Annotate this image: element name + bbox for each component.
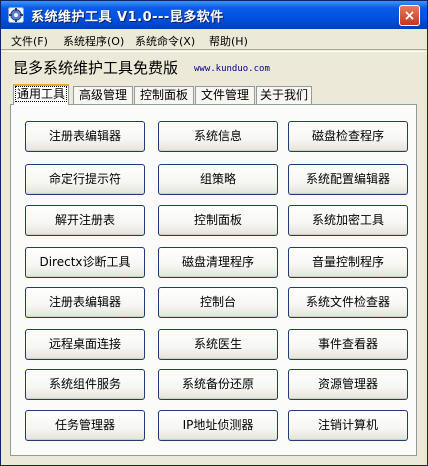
title-bar[interactable]: 系统维护工具 V1.0---昆多软件 × xyxy=(1,1,427,29)
menu-divider xyxy=(1,49,427,52)
close-icon[interactable]: × xyxy=(404,8,416,24)
gear-icon[interactable] xyxy=(8,7,24,23)
app-heading: 昆多系统维护工具免费版 xyxy=(13,59,179,77)
tab-file-management[interactable]: 文件管理 xyxy=(195,86,255,104)
website-url: www.kunduo.com xyxy=(194,64,270,74)
command-prompt-button[interactable]: 命定行提示符 xyxy=(25,164,145,195)
unlock-registry-button[interactable]: 解开注册表 xyxy=(25,205,145,236)
tab-label: 关于我们 xyxy=(259,88,308,102)
disk-cleanup-button[interactable]: 磁盘清理程序 xyxy=(158,247,278,278)
tab-general-tools[interactable]: 通用工具 xyxy=(13,84,69,105)
system-encryption-button[interactable]: 系统加密工具 xyxy=(288,205,408,236)
system-doctor-button[interactable]: 系统医生 xyxy=(158,329,278,360)
logoff-button[interactable]: 注销计算机 xyxy=(288,410,408,441)
close-button[interactable]: × xyxy=(399,5,420,26)
explorer-button[interactable]: 资源管理器 xyxy=(288,369,408,400)
menu-system-programs[interactable]: 系统程序(O) xyxy=(63,33,124,49)
system-config-button[interactable]: 系统配置编辑器 xyxy=(288,164,408,195)
remote-desktop-button[interactable]: 远程桌面连接 xyxy=(25,329,145,360)
menu-bar: 文件(F) 系统程序(O) 系统命令(X) 帮助(H) xyxy=(1,29,427,49)
tab-panel: 注册表编辑器 系统信息 磁盘检查程序 命定行提示符 组策略 系统配置编辑器 解开… xyxy=(10,104,417,456)
console-button[interactable]: 控制台 xyxy=(158,287,278,318)
tab-label: 通用工具 xyxy=(14,86,67,102)
disk-check-button[interactable]: 磁盘检查程序 xyxy=(288,121,408,152)
menu-system-commands[interactable]: 系统命令(X) xyxy=(135,33,195,49)
component-services-button[interactable]: 系统组件服务 xyxy=(25,369,145,400)
directx-diag-button[interactable]: Directx诊断工具 xyxy=(25,247,145,278)
group-policy-button[interactable]: 组策略 xyxy=(158,164,278,195)
menu-help[interactable]: 帮助(H) xyxy=(209,33,248,49)
event-viewer-button[interactable]: 事件查看器 xyxy=(288,329,408,360)
tab-label: 文件管理 xyxy=(200,88,249,102)
control-panel-button[interactable]: 控制面板 xyxy=(158,205,278,236)
main-window: 系统维护工具 V1.0---昆多软件 × 文件(F) 系统程序(O) 系统命令(… xyxy=(0,0,428,466)
system-info-button[interactable]: 系统信息 xyxy=(158,121,278,152)
tab-label: 控制面板 xyxy=(139,88,188,102)
system-restore-button[interactable]: 系统备份还原 xyxy=(158,369,278,400)
ip-detector-button[interactable]: IP地址侦测器 xyxy=(158,410,278,441)
menu-file[interactable]: 文件(F) xyxy=(11,33,48,49)
tab-advanced[interactable]: 高级管理 xyxy=(73,86,133,104)
tab-control-panel[interactable]: 控制面板 xyxy=(134,86,194,104)
tab-about[interactable]: 关于我们 xyxy=(256,86,312,104)
registry-editor-button[interactable]: 注册表编辑器 xyxy=(25,121,145,152)
registry-editor-button-2[interactable]: 注册表编辑器 xyxy=(25,287,145,318)
task-manager-button[interactable]: 任务管理器 xyxy=(25,410,145,441)
tab-label: 高级管理 xyxy=(78,88,127,102)
file-checker-button[interactable]: 系统文件检查器 xyxy=(288,287,408,318)
window-title: 系统维护工具 V1.0---昆多软件 xyxy=(31,10,224,25)
volume-control-button[interactable]: 音量控制程序 xyxy=(288,247,408,278)
